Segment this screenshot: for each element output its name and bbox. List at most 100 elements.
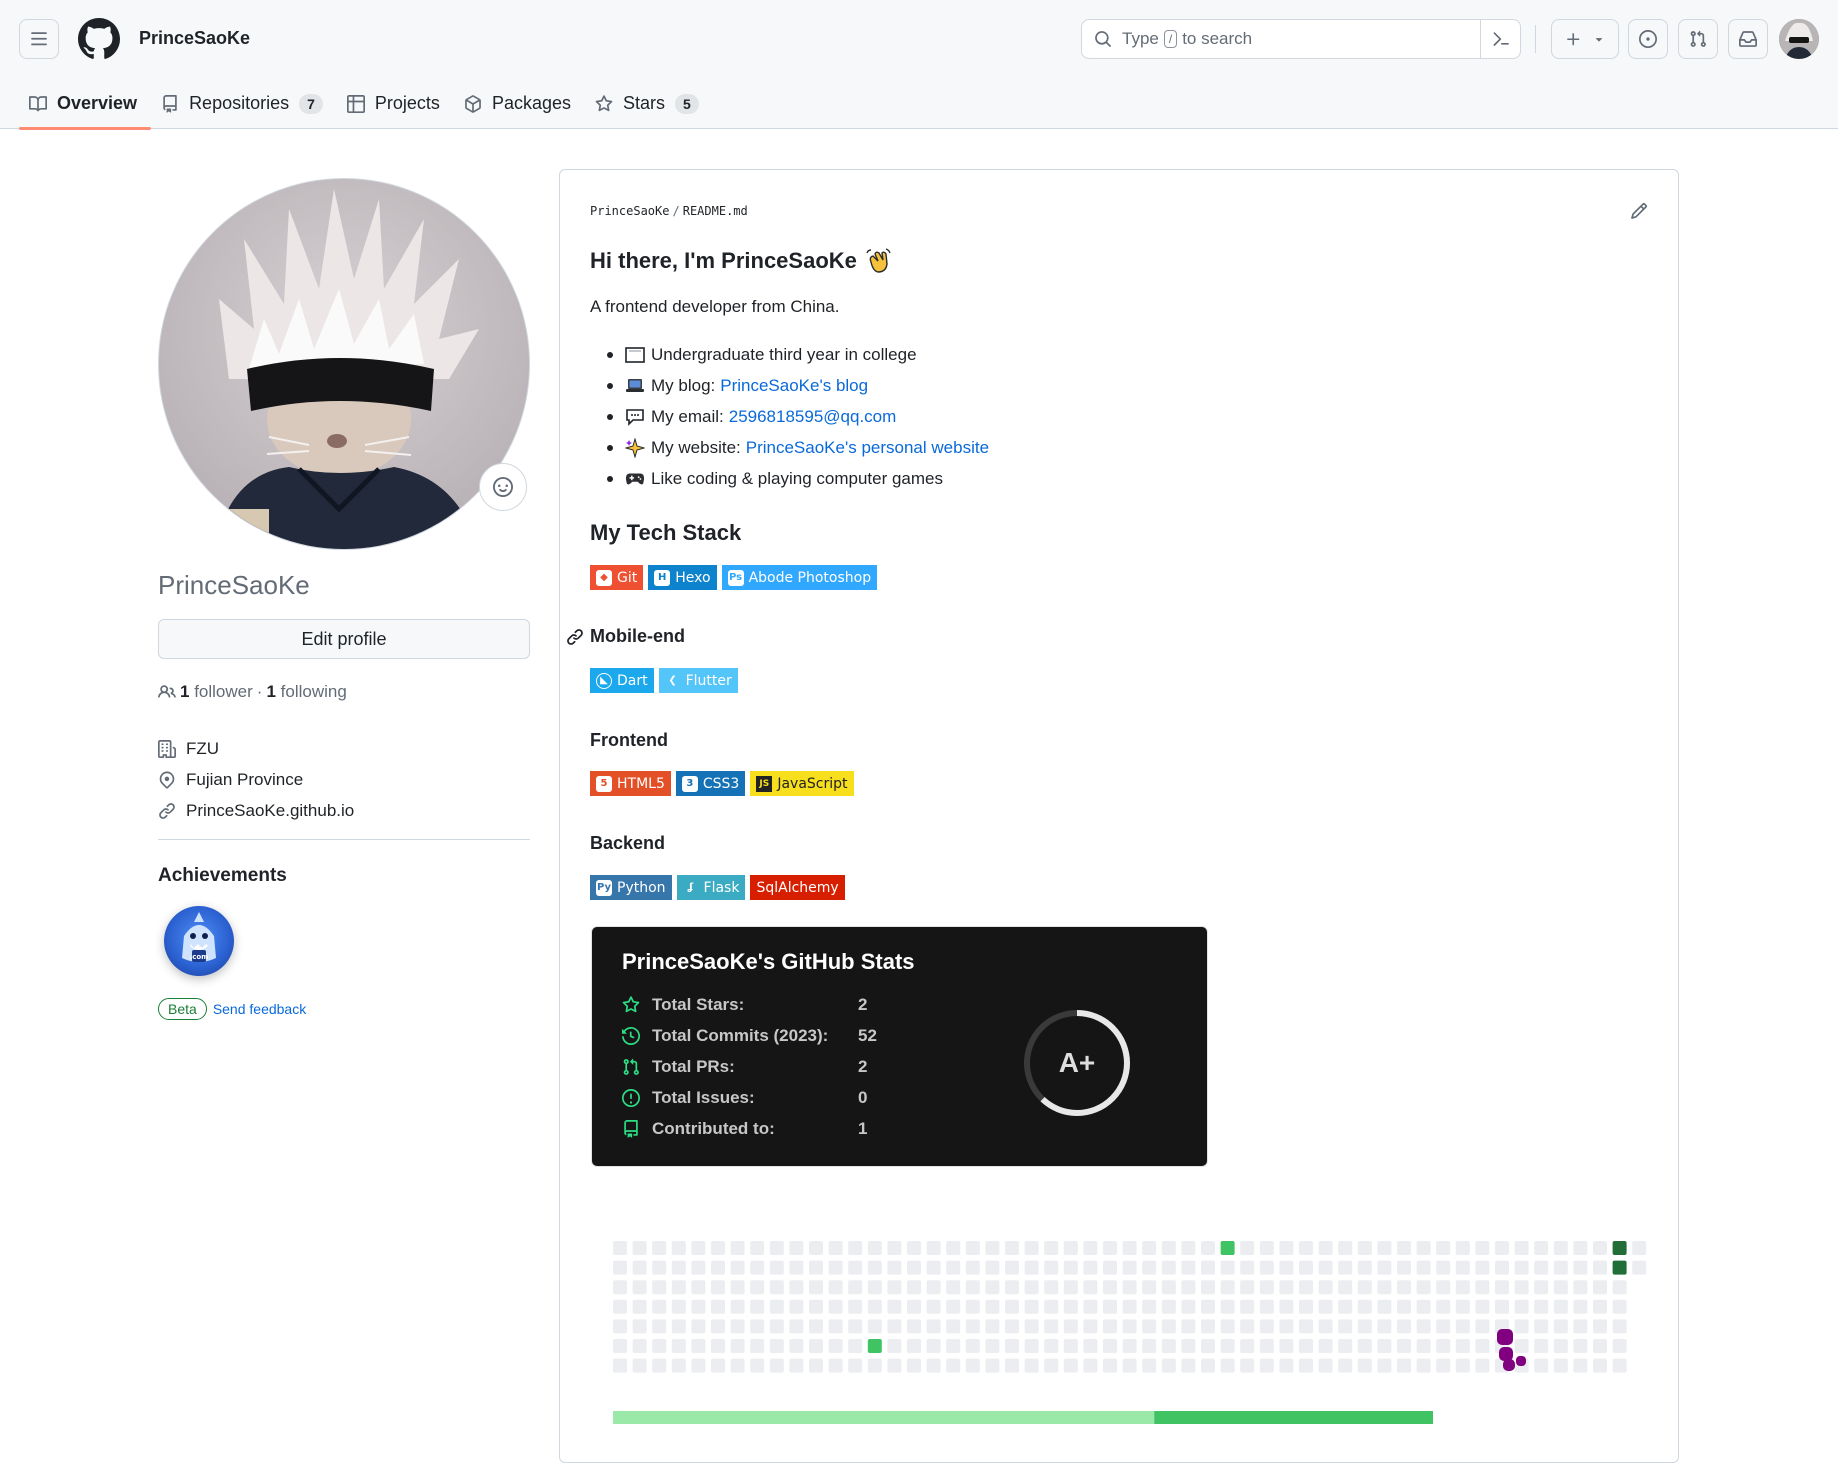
contribution-cell bbox=[1553, 1339, 1568, 1353]
contribution-cell bbox=[1279, 1241, 1294, 1255]
followers-link[interactable]: 1 follower bbox=[180, 682, 253, 702]
set-status-button[interactable] bbox=[479, 463, 527, 511]
contribution-cell bbox=[1455, 1280, 1470, 1295]
context-username[interactable]: PrinceSaoKe bbox=[139, 28, 250, 49]
contribution-cell bbox=[1044, 1241, 1059, 1255]
stat-label: Total PRs: bbox=[652, 1057, 735, 1076]
tab-projects[interactable]: Projects bbox=[337, 78, 454, 129]
contribution-cell bbox=[1279, 1358, 1294, 1373]
contribution-cell bbox=[1201, 1358, 1215, 1373]
contribution-cell bbox=[1534, 1241, 1549, 1255]
edit-profile-button[interactable]: Edit profile bbox=[158, 619, 530, 659]
open-menu-button[interactable] bbox=[19, 19, 59, 59]
achievements-beta: Beta Send feedback bbox=[158, 998, 306, 1020]
profile-avatar[interactable] bbox=[158, 178, 530, 550]
contribution-cell bbox=[1044, 1260, 1059, 1275]
star-icon bbox=[622, 996, 640, 1013]
anchor-link-icon[interactable] bbox=[566, 628, 584, 646]
python-badge[interactable]: Py Python bbox=[590, 875, 672, 900]
readme-file-link[interactable]: README.md bbox=[683, 204, 748, 218]
send-feedback-link[interactable]: Send feedback bbox=[213, 1001, 306, 1017]
issues-button[interactable] bbox=[1628, 19, 1668, 59]
contribution-cell bbox=[613, 1260, 627, 1275]
contribution-cell bbox=[1142, 1358, 1157, 1373]
flutter-badge[interactable]: ❮ Flutter bbox=[658, 668, 738, 693]
following-link[interactable]: 1 following bbox=[266, 682, 346, 702]
contribution-cell bbox=[1259, 1280, 1274, 1295]
blog-link[interactable]: PrinceSaoKe's blog bbox=[720, 376, 868, 396]
tab-repositories[interactable]: Repositories 7 bbox=[151, 78, 337, 129]
css3-badge[interactable]: 3 CSS3 bbox=[675, 771, 746, 796]
contribution-cell bbox=[769, 1260, 784, 1275]
github-logo-icon[interactable] bbox=[78, 18, 120, 60]
photoshop-badge[interactable]: Ps Abode Photoshop bbox=[721, 565, 878, 590]
contribution-cell bbox=[867, 1319, 882, 1334]
contribution-cell bbox=[632, 1358, 647, 1373]
hexo-badge[interactable]: H Hexo bbox=[648, 565, 717, 590]
contribution-cell bbox=[1455, 1260, 1470, 1275]
achievement-badge[interactable]: .com bbox=[164, 906, 234, 976]
contribution-cell bbox=[1279, 1339, 1294, 1353]
website-link[interactable]: PrinceSaoKe.github.io bbox=[186, 801, 354, 821]
contribution-cell bbox=[1397, 1241, 1411, 1255]
contribution-cell bbox=[946, 1319, 961, 1334]
pull-requests-button[interactable] bbox=[1678, 19, 1718, 59]
readme-owner-link[interactable]: PrinceSaoKe bbox=[590, 204, 669, 218]
contribution-cell bbox=[1083, 1319, 1098, 1334]
dart-badge[interactable]: ◣ Dart bbox=[590, 668, 654, 693]
tab-stars[interactable]: Stars 5 bbox=[585, 78, 713, 129]
notifications-button[interactable] bbox=[1728, 19, 1768, 59]
create-new-button[interactable] bbox=[1551, 19, 1619, 59]
stat-label: Total Commits (2023): bbox=[652, 1026, 829, 1045]
contribution-cell bbox=[1593, 1358, 1607, 1373]
contribution-cell bbox=[809, 1358, 823, 1373]
contribution-cell bbox=[1514, 1299, 1529, 1314]
tab-packages[interactable]: Packages bbox=[454, 78, 585, 129]
mobile-end-heading: Mobile-end bbox=[567, 626, 685, 647]
contribution-cell bbox=[1357, 1319, 1372, 1334]
contribution-cell bbox=[946, 1358, 961, 1373]
git-badge[interactable]: ◆ Git bbox=[590, 565, 644, 590]
contribution-cell bbox=[1377, 1339, 1392, 1353]
shark-achievement-icon: .com bbox=[182, 912, 216, 962]
contribution-cell bbox=[828, 1241, 843, 1255]
contribution-cell bbox=[1475, 1319, 1490, 1334]
github-stats-card[interactable]: PrinceSaoKe's GitHub Stats Total Stars: … bbox=[591, 926, 1208, 1167]
contribution-cell bbox=[965, 1241, 980, 1255]
contribution-cell bbox=[1514, 1319, 1529, 1334]
tab-projects-label: Projects bbox=[374, 93, 440, 113]
javascript-badge[interactable]: JS JavaScript bbox=[750, 771, 854, 796]
contribution-cell bbox=[926, 1280, 941, 1295]
html5-badge[interactable]: 5 HTML5 bbox=[590, 771, 671, 796]
contribution-cell bbox=[1044, 1339, 1059, 1353]
contribution-cell bbox=[809, 1241, 823, 1255]
contribution-cell bbox=[1122, 1280, 1137, 1295]
contribution-cell bbox=[1514, 1260, 1529, 1275]
email-link[interactable]: 2596818595@qq.com bbox=[729, 407, 897, 427]
command-palette-button[interactable] bbox=[1480, 20, 1520, 58]
search-input[interactable]: Type / to search bbox=[1081, 19, 1521, 59]
website-item[interactable]: PrinceSaoKe.github.io bbox=[158, 795, 354, 826]
contribution-cell bbox=[1573, 1299, 1588, 1314]
contribution-cell bbox=[867, 1358, 882, 1373]
user-avatar[interactable] bbox=[1779, 19, 1819, 59]
contribution-cell bbox=[1240, 1358, 1255, 1373]
sqlalchemy-badge[interactable]: SqlAlchemy bbox=[750, 875, 845, 900]
tab-overview[interactable]: Overview bbox=[19, 78, 152, 130]
contribution-snake-graph bbox=[613, 1241, 1647, 1424]
website-readme-link[interactable]: PrinceSaoKe's personal website bbox=[746, 438, 989, 458]
contribution-cell bbox=[1338, 1299, 1353, 1314]
contribution-cell bbox=[1436, 1241, 1451, 1255]
contribution-cell bbox=[671, 1260, 686, 1275]
contribution-cell bbox=[1279, 1319, 1294, 1334]
contribution-cell bbox=[1220, 1260, 1235, 1275]
flask-badge[interactable]: ʆ Flask bbox=[676, 875, 746, 900]
contribution-cell bbox=[1416, 1241, 1431, 1255]
backend-badges: Py Python ʆ Flask SqlAlchemy bbox=[590, 875, 845, 900]
edit-readme-button[interactable] bbox=[1630, 202, 1648, 220]
contribution-cell bbox=[1279, 1260, 1294, 1275]
contribution-cell bbox=[926, 1299, 941, 1314]
contribution-cell bbox=[1083, 1339, 1098, 1353]
contribution-cell bbox=[1024, 1299, 1039, 1314]
contribution-cell bbox=[730, 1299, 745, 1314]
